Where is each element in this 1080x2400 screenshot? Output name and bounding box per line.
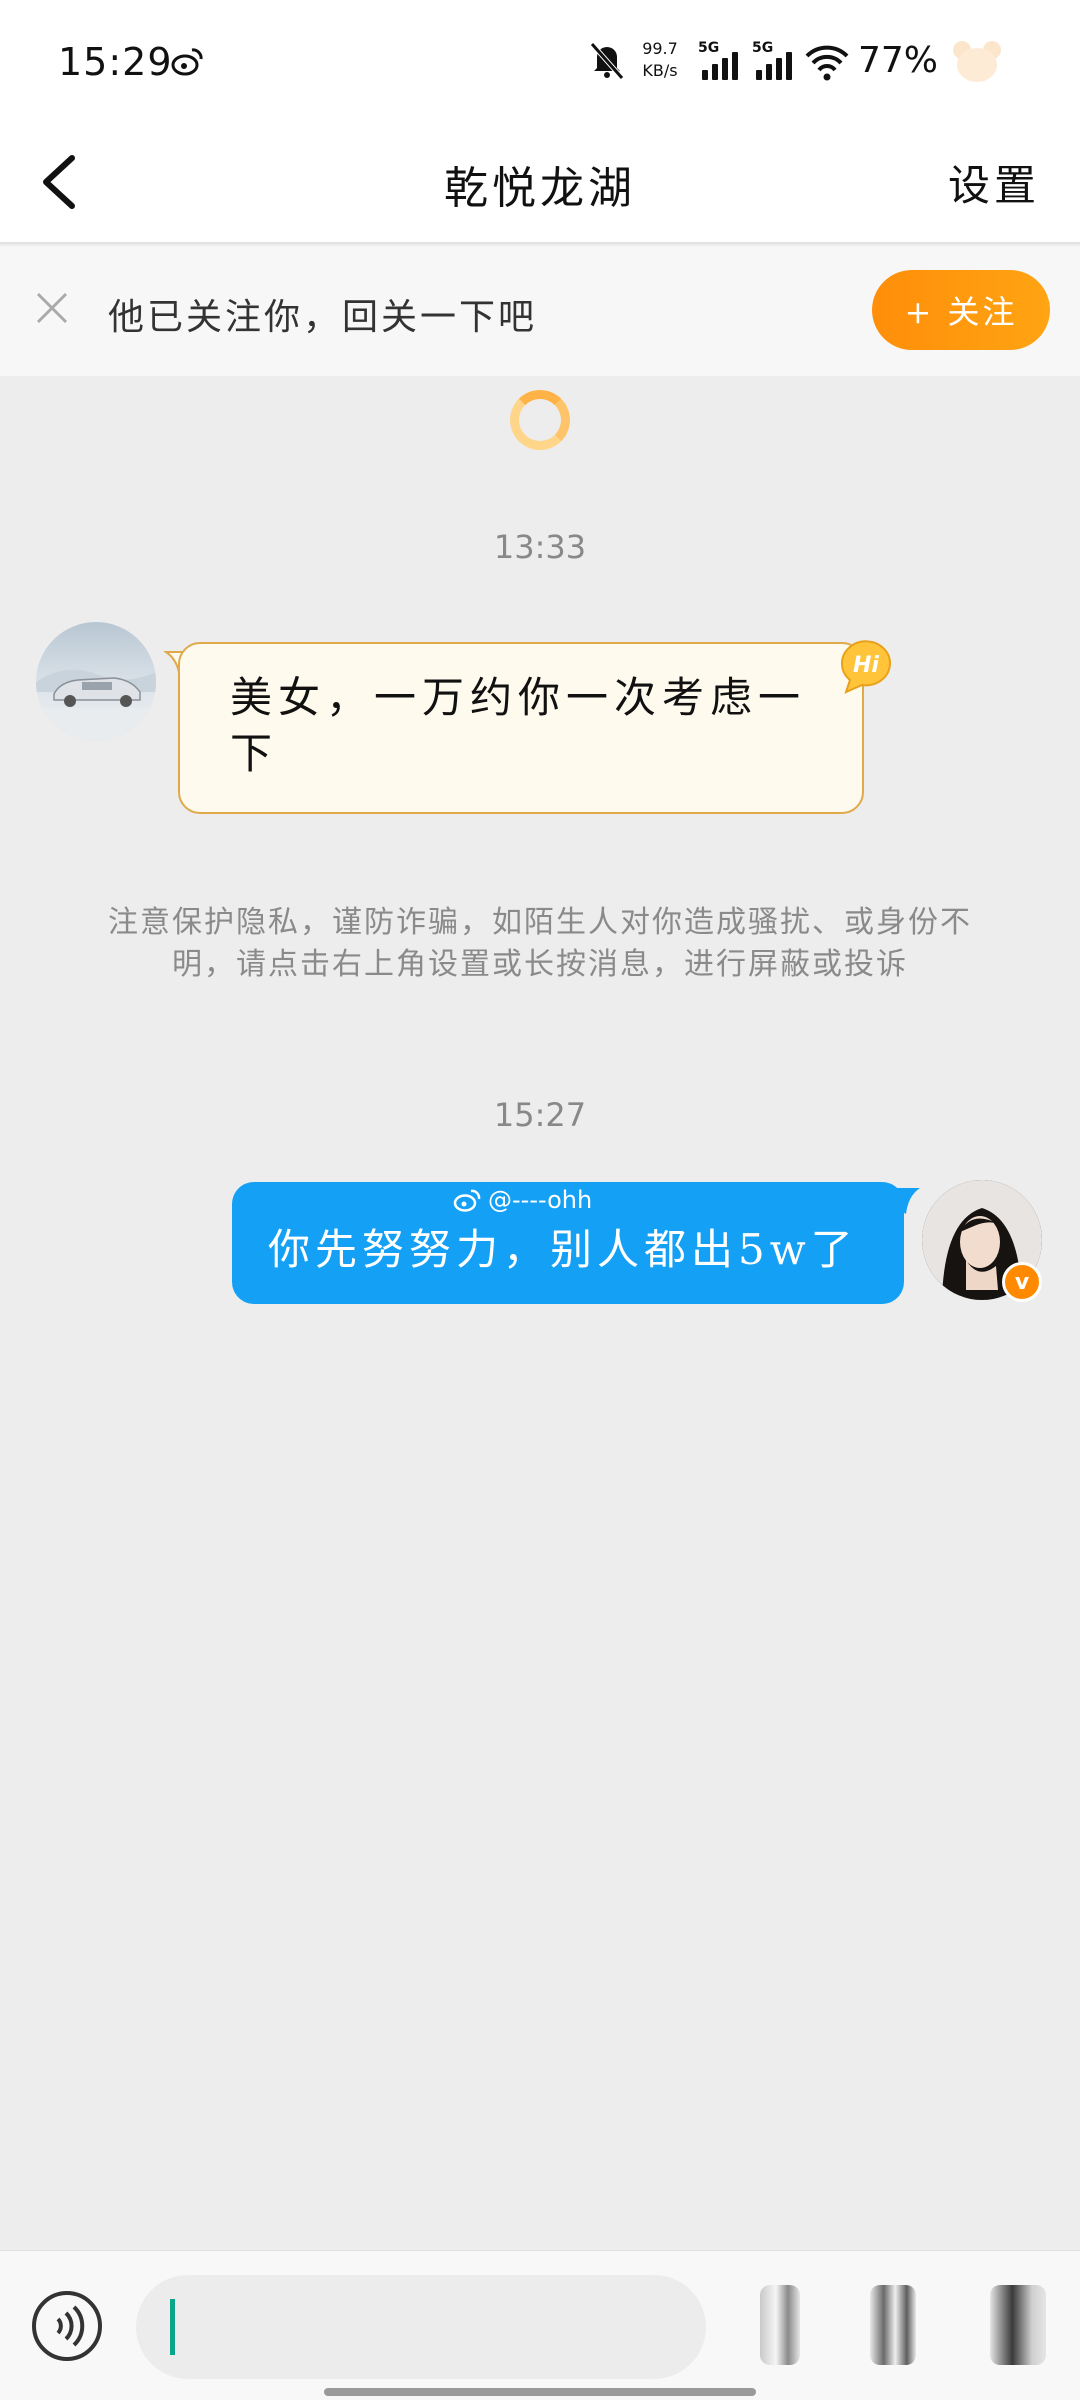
wifi-icon [805,45,849,81]
signal-icon: 5G [698,40,744,82]
status-bar: 15:29 99.7 KB/s 5G 5G 77% [0,0,1080,124]
input-bar [0,2250,1080,2400]
battery-level: 77% [858,40,939,81]
follow-button[interactable]: + 关注 [872,270,1050,350]
bubble-tail [896,1188,920,1214]
contact-avatar[interactable] [36,622,156,742]
message-input[interactable] [136,2275,706,2379]
bell-off-icon [590,42,624,80]
weibo-icon [171,48,203,76]
nav-bar: 乾悦龙湖 设置 [0,124,1080,244]
safety-notice: 注意保护隐私，谨防诈骗，如陌生人对你造成骚扰、或身份不明，请点击右上角设置或长按… [108,905,972,982]
hi-badge-icon: Hi [840,640,891,694]
car-icon [36,669,156,742]
sim2-label: 5G [752,40,774,56]
net-speed: 99.7 KB/s [640,38,680,82]
settings-button[interactable]: 设置 [948,152,1040,213]
verified-badge: v [1002,1262,1042,1302]
emoji-button[interactable] [760,2285,800,2365]
send-button[interactable] [990,2285,1046,2365]
hi-badge-text: Hi [853,653,879,678]
message-timestamp: 13:33 [493,528,587,566]
sim1-label: 5G [698,40,720,56]
bear-icon [953,41,1001,82]
message-timestamp: 15:27 [493,1096,587,1134]
loading-spinner [510,390,570,450]
net-speed-value: 99.7 [642,39,678,58]
weibo-icon [453,1189,481,1212]
incoming-message-bubble[interactable]: 美女，一万约你一次考虑一下 [178,642,864,814]
status-time: 15:29 [58,40,173,84]
text-cursor [170,2299,175,2355]
home-indicator[interactable] [324,2388,756,2396]
net-speed-unit: KB/s [642,61,678,80]
weibo-watermark: @----ohh [452,1186,592,1214]
chat-title: 乾悦龙湖 [444,163,636,214]
watermark-text: @----ohh [488,1186,593,1214]
voice-input-button[interactable] [32,2291,102,2361]
signal-icon: 5G [752,40,798,82]
close-icon[interactable] [34,290,70,326]
follow-prompt-text: 他已关注你，回关一下吧 [108,297,538,338]
more-options-button[interactable] [870,2285,916,2365]
voice-icon [56,2305,85,2347]
follow-banner: 他已关注你，回关一下吧 + 关注 [0,246,1080,376]
